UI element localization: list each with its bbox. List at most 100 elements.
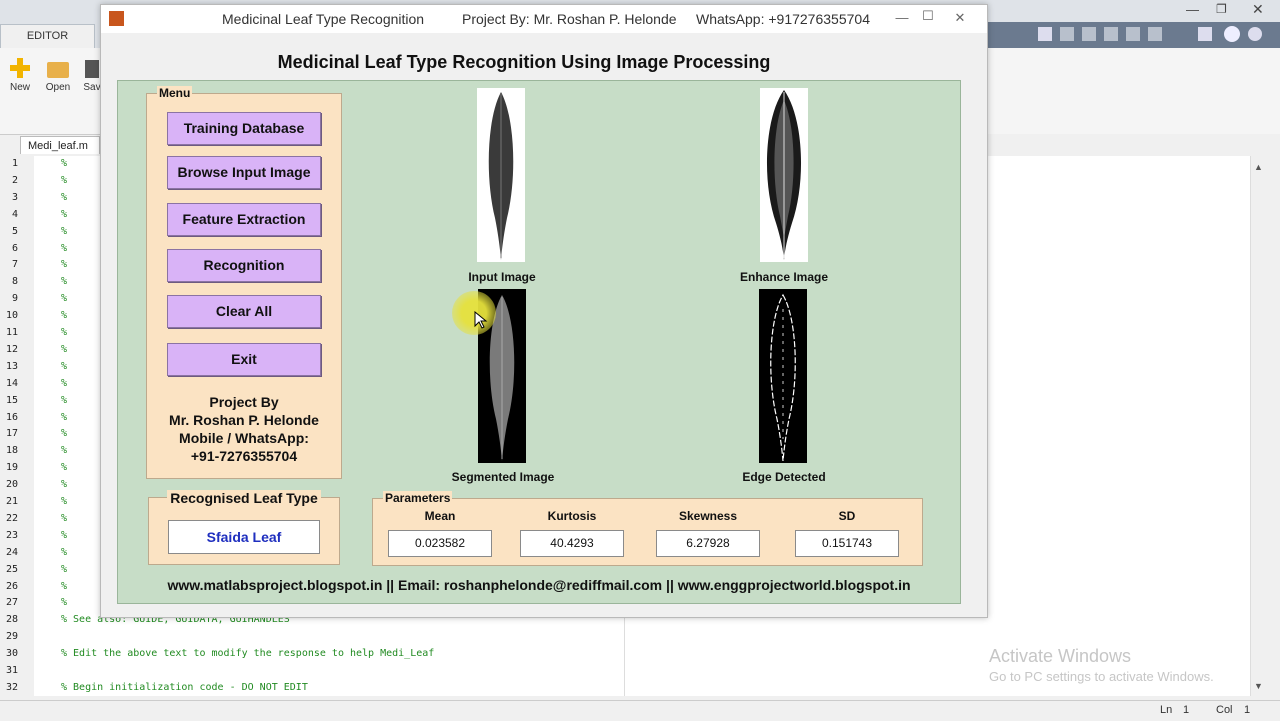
close-icon[interactable]: ✕ xyxy=(1252,1,1264,18)
status-col-label: Col xyxy=(1216,704,1233,716)
kurtosis-label: Kurtosis xyxy=(547,509,597,523)
line-number: 29 xyxy=(5,631,18,643)
skewness-value: 6.27928 xyxy=(656,530,760,557)
undo-icon[interactable] xyxy=(1126,27,1140,41)
code-line: % xyxy=(61,563,68,575)
save-button[interactable]: Sav xyxy=(82,58,102,93)
copy-icon[interactable] xyxy=(1082,27,1096,41)
line-number: 8 xyxy=(11,276,18,288)
scroll-down-icon[interactable]: ▼ xyxy=(1254,681,1263,691)
figure-maximize-button[interactable]: ☐ xyxy=(913,6,943,26)
save-icon[interactable] xyxy=(1038,27,1052,41)
paste-icon[interactable] xyxy=(1104,27,1118,41)
code-line: % xyxy=(61,208,68,220)
input-image-label: Input Image xyxy=(468,270,536,284)
segmented-image-label: Segmented Image xyxy=(451,470,555,484)
matlab-window-controls: — ❐ ✕ xyxy=(1170,0,1280,20)
minimize-icon[interactable]: — xyxy=(1186,2,1199,17)
line-number: 31 xyxy=(5,665,18,676)
activate-windows-subtitle: Go to PC settings to activate Windows. xyxy=(989,669,1214,684)
parameters-title: Parameters xyxy=(383,491,453,505)
code-line: % xyxy=(61,512,68,524)
code-line: % xyxy=(61,259,68,271)
mean-value: 0.023582 xyxy=(388,530,492,557)
result-panel: Recognised Leaf Type Sfaida Leaf xyxy=(148,490,340,565)
status-ln-value: 1 xyxy=(1183,704,1190,716)
figure-window: Medicinal Leaf Type Recognition Project … xyxy=(100,4,988,618)
sd-value: 0.151743 xyxy=(795,530,899,557)
code-line: % xyxy=(61,394,68,406)
training-database-button[interactable]: Training Database xyxy=(167,112,321,145)
code-line: % xyxy=(61,327,68,338)
line-number: 28 xyxy=(5,614,18,626)
feature-extraction-button[interactable]: Feature Extraction xyxy=(167,203,321,236)
line-number: 16 xyxy=(5,411,18,423)
figure-heading: Medicinal Leaf Type Recognition Using Im… xyxy=(277,52,771,72)
line-number: 12 xyxy=(5,343,18,355)
clear-all-button[interactable]: Clear All xyxy=(167,295,321,328)
line-number: 30 xyxy=(5,648,18,660)
save-label: Sav xyxy=(83,82,101,93)
code-line: % xyxy=(61,580,68,592)
edge-detected-image xyxy=(759,289,807,463)
file-tab-medi-leaf[interactable]: Medi_leaf.m xyxy=(20,136,100,154)
code-line: % Begin initialization code - DO NOT EDI… xyxy=(61,681,308,693)
redo-icon[interactable] xyxy=(1148,27,1162,41)
line-number: 21 xyxy=(5,496,18,507)
project-by-label: Project By xyxy=(209,394,279,410)
result-value: Sfaida Leaf xyxy=(168,520,320,554)
line-number: 6 xyxy=(11,242,18,254)
footer-links: www.matlabsproject.blogspot.in || Email:… xyxy=(167,577,911,593)
line-number: 3 xyxy=(11,191,18,203)
line-number: 10 xyxy=(5,310,18,322)
status-bar: Ln 1 Col 1 xyxy=(0,700,1280,721)
figure-close-button[interactable]: ✕ xyxy=(945,8,975,28)
new-plus-icon xyxy=(9,58,31,78)
quick-access-toolbar xyxy=(988,22,1280,48)
figure-titlebar: Medicinal Leaf Type Recognition Project … xyxy=(101,5,987,33)
line-number: 19 xyxy=(5,462,18,474)
new-label: New xyxy=(9,82,30,93)
code-line: % xyxy=(61,377,68,389)
line-number: 26 xyxy=(5,580,18,592)
code-line: % xyxy=(61,191,68,203)
code-line: % xyxy=(61,242,68,254)
help-icon[interactable] xyxy=(1224,26,1240,42)
code-line: % Edit the above text to modify the resp… xyxy=(61,648,435,660)
edge-detected-label: Edge Detected xyxy=(742,470,826,484)
code-line: % xyxy=(61,174,68,186)
line-number: 4 xyxy=(11,208,18,220)
line-number: 9 xyxy=(11,293,18,305)
status-col-value: 1 xyxy=(1244,704,1251,716)
cut-icon[interactable] xyxy=(1060,27,1074,41)
project-phone: +91-7276355704 xyxy=(190,448,298,464)
line-number: 14 xyxy=(5,377,18,389)
project-author: Mr. Roshan P. Helonde xyxy=(169,412,319,428)
figure-title-app: Medicinal Leaf Type Recognition xyxy=(222,11,425,27)
line-number: 15 xyxy=(5,394,18,406)
new-button[interactable]: New xyxy=(7,58,33,93)
line-number: 20 xyxy=(5,479,18,491)
layout-icon[interactable] xyxy=(1198,27,1212,41)
open-button[interactable]: Open xyxy=(45,58,71,93)
exit-button[interactable]: Exit xyxy=(167,343,321,376)
line-number: 11 xyxy=(5,327,18,338)
pointer-icon xyxy=(474,311,488,329)
code-line: % xyxy=(61,462,68,474)
code-line: % xyxy=(61,343,68,355)
editor-scrollbar[interactable]: ▲ ▼ xyxy=(1250,156,1267,696)
matlab-logo-icon xyxy=(109,11,124,26)
chevron-down-icon[interactable] xyxy=(1248,27,1262,41)
maximize-icon[interactable]: ❐ xyxy=(1216,2,1227,16)
line-number: 18 xyxy=(5,445,18,457)
recognition-button[interactable]: Recognition xyxy=(167,249,321,282)
line-number: 7 xyxy=(11,259,18,271)
line-number: 25 xyxy=(5,563,18,575)
editor-toolbar: New Open Sav xyxy=(0,48,105,135)
scroll-up-icon[interactable]: ▲ xyxy=(1254,162,1263,172)
tab-editor[interactable]: EDITOR xyxy=(0,24,95,48)
code-line: % xyxy=(61,597,68,609)
line-number: 1 xyxy=(11,158,18,169)
line-number: 24 xyxy=(5,546,18,558)
browse-input-image-button[interactable]: Browse Input Image xyxy=(167,156,321,189)
